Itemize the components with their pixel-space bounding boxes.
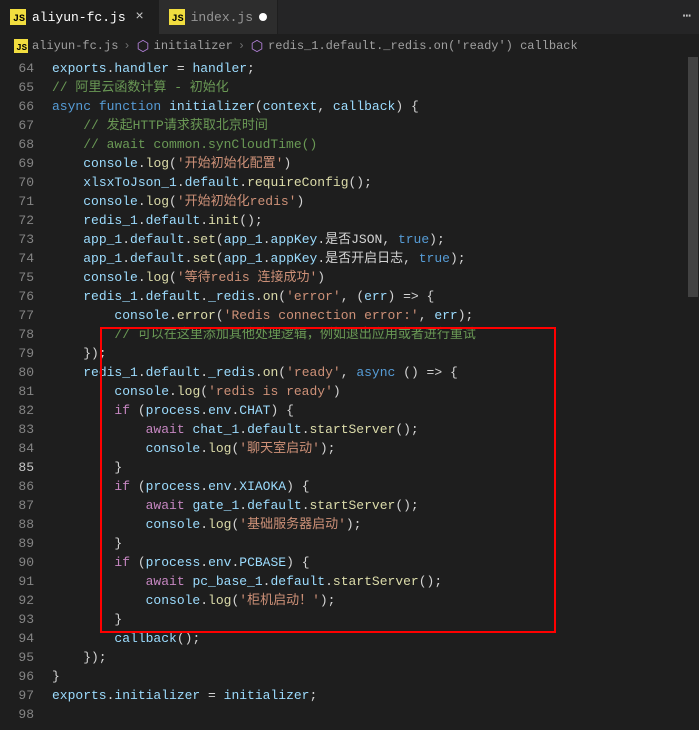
js-file-icon: JS: [10, 9, 26, 25]
code-line[interactable]: }: [48, 458, 699, 477]
line-number: 66: [0, 97, 34, 116]
code-line[interactable]: console.log('开始初始化redis'): [48, 192, 699, 211]
line-number: 76: [0, 287, 34, 306]
line-number: 65: [0, 78, 34, 97]
method-icon: [250, 39, 264, 53]
code-line[interactable]: // 可以在这里添加其他处理逻辑，例如退出应用或者进行重试: [48, 325, 699, 344]
code-line[interactable]: if (process.env.CHAT) {: [48, 401, 699, 420]
vertical-scrollbar[interactable]: [687, 57, 699, 730]
code-line[interactable]: app_1.default.set(app_1.appKey.是否开启日志, t…: [48, 249, 699, 268]
line-number: 64: [0, 59, 34, 78]
line-number: 70: [0, 173, 34, 192]
method-icon: [136, 39, 150, 53]
line-number: 69: [0, 154, 34, 173]
line-number: 96: [0, 667, 34, 686]
code-line[interactable]: callback();: [48, 629, 699, 648]
code-line[interactable]: if (process.env.XIAOKA) {: [48, 477, 699, 496]
line-number: 97: [0, 686, 34, 705]
tab-label: aliyun-fc.js: [32, 10, 126, 25]
code-line[interactable]: console.log('redis is ready'): [48, 382, 699, 401]
chevron-right-icon: ›: [123, 39, 130, 53]
code-line[interactable]: console.log('聊天室启动');: [48, 439, 699, 458]
code-line[interactable]: xlsxToJson_1.default.requireConfig();: [48, 173, 699, 192]
code-editor[interactable]: 6465666768697071727374757677787980818283…: [0, 57, 699, 730]
breadcrumb-symbol: redis_1.default._redis.on('ready') callb…: [268, 39, 578, 53]
code-line[interactable]: exports.initializer = initializer;: [48, 686, 699, 705]
line-number: 91: [0, 572, 34, 591]
line-number: 93: [0, 610, 34, 629]
code-line[interactable]: });: [48, 648, 699, 667]
line-number: 71: [0, 192, 34, 211]
code-line[interactable]: redis_1.default._redis.on('ready', async…: [48, 363, 699, 382]
code-line[interactable]: await chat_1.default.startServer();: [48, 420, 699, 439]
code-area[interactable]: exports.handler = handler;// 阿里云函数计算 - 初…: [48, 57, 699, 730]
js-file-icon: JS: [14, 39, 28, 53]
line-number: 86: [0, 477, 34, 496]
code-line[interactable]: console.log('等待redis 连接成功'): [48, 268, 699, 287]
modified-dot-icon: [259, 13, 267, 21]
code-line[interactable]: console.log('基础服务器启动');: [48, 515, 699, 534]
code-line[interactable]: if (process.env.PCBASE) {: [48, 553, 699, 572]
code-line[interactable]: redis_1.default._redis.on('error', (err)…: [48, 287, 699, 306]
line-number: 89: [0, 534, 34, 553]
code-line[interactable]: // 阿里云函数计算 - 初始化: [48, 78, 699, 97]
more-actions-icon[interactable]: ⋯: [683, 8, 691, 25]
line-number: 83: [0, 420, 34, 439]
line-number: 94: [0, 629, 34, 648]
code-line[interactable]: exports.handler = handler;: [48, 59, 699, 78]
code-line[interactable]: app_1.default.set(app_1.appKey.是否JSON, t…: [48, 230, 699, 249]
code-line[interactable]: redis_1.default.init();: [48, 211, 699, 230]
tab-label: index.js: [191, 10, 253, 25]
line-number: 95: [0, 648, 34, 667]
line-number: 80: [0, 363, 34, 382]
code-line[interactable]: await pc_base_1.default.startServer();: [48, 572, 699, 591]
tab-aliyun-fc[interactable]: JS aliyun-fc.js ×: [0, 0, 159, 34]
code-line[interactable]: });: [48, 344, 699, 363]
line-number: 87: [0, 496, 34, 515]
line-number: 77: [0, 306, 34, 325]
code-line[interactable]: [48, 705, 699, 724]
chevron-right-icon: ›: [238, 39, 245, 53]
line-number: 79: [0, 344, 34, 363]
code-line[interactable]: console.log('柜机启动！');: [48, 591, 699, 610]
line-number: 92: [0, 591, 34, 610]
code-line[interactable]: async function initializer(context, call…: [48, 97, 699, 116]
code-line[interactable]: }: [48, 610, 699, 629]
js-file-icon: JS: [169, 9, 185, 25]
line-number: 68: [0, 135, 34, 154]
code-line[interactable]: }: [48, 534, 699, 553]
line-number: 84: [0, 439, 34, 458]
line-number: 81: [0, 382, 34, 401]
line-number: 72: [0, 211, 34, 230]
line-gutter: 6465666768697071727374757677787980818283…: [0, 57, 48, 730]
code-line[interactable]: }: [48, 667, 699, 686]
code-line[interactable]: // await common.synCloudTime(): [48, 135, 699, 154]
scroll-thumb[interactable]: [688, 57, 698, 297]
line-number: 82: [0, 401, 34, 420]
breadcrumb-symbol: initializer: [154, 39, 233, 53]
tab-index[interactable]: JS index.js: [159, 0, 278, 34]
line-number: 78: [0, 325, 34, 344]
breadcrumb[interactable]: JS aliyun-fc.js › initializer › redis_1.…: [0, 35, 699, 57]
code-line[interactable]: // 发起HTTP请求获取北京时间: [48, 116, 699, 135]
breadcrumb-file: aliyun-fc.js: [32, 39, 118, 53]
line-number: 90: [0, 553, 34, 572]
line-number: 98: [0, 705, 34, 724]
line-number: 75: [0, 268, 34, 287]
code-line[interactable]: console.log('开始初始化配置'): [48, 154, 699, 173]
code-line[interactable]: await gate_1.default.startServer();: [48, 496, 699, 515]
editor-tabs: JS aliyun-fc.js × JS index.js: [0, 0, 699, 35]
line-number: 74: [0, 249, 34, 268]
code-line[interactable]: console.error('Redis connection error:',…: [48, 306, 699, 325]
close-icon[interactable]: ×: [132, 9, 148, 25]
line-number: 73: [0, 230, 34, 249]
line-number: 67: [0, 116, 34, 135]
line-number: 85: [0, 458, 34, 477]
line-number: 88: [0, 515, 34, 534]
